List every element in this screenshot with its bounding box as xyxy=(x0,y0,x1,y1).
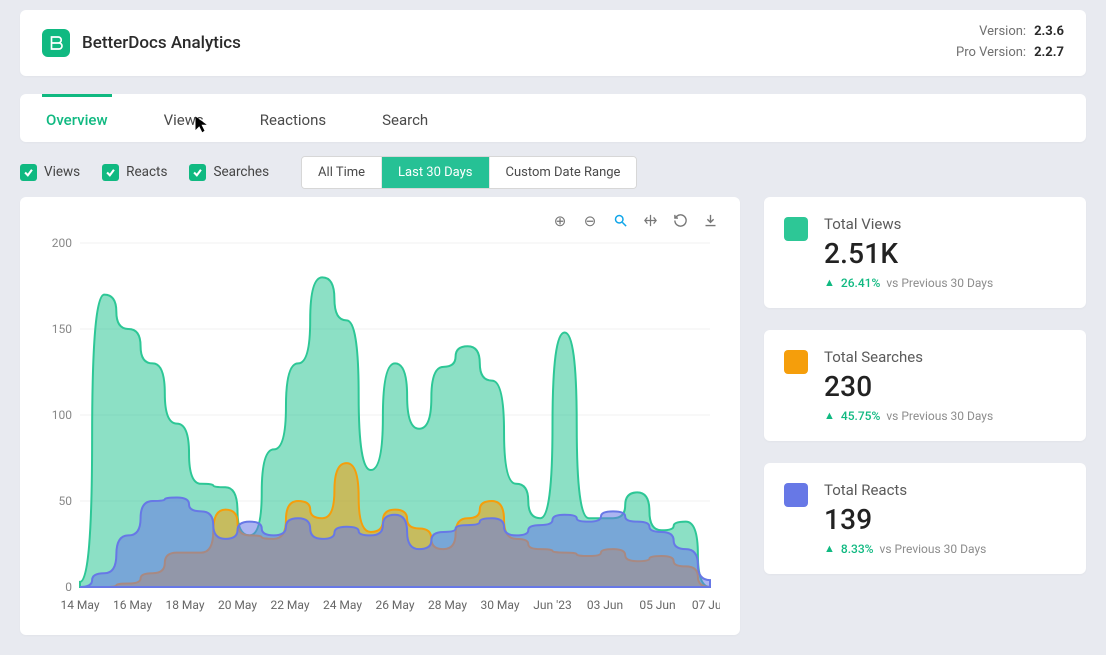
svg-text:16 May: 16 May xyxy=(113,598,152,612)
pan-icon[interactable] xyxy=(642,213,658,229)
stat-views-pct: 26.41% xyxy=(841,276,880,290)
stat-views-title: Total Views xyxy=(824,215,993,233)
svg-text:30 May: 30 May xyxy=(480,598,519,612)
searches-swatch xyxy=(784,350,808,374)
chart-plot[interactable]: 0 50 100 150 200 14 May 16 May 18 May 20 May 22 M… xyxy=(40,235,720,615)
svg-text:Jun '23: Jun '23 xyxy=(533,598,571,612)
version-value: 2.3.6 xyxy=(1034,22,1064,43)
tab-overview[interactable]: Overview xyxy=(42,94,112,142)
svg-text:200: 200 xyxy=(52,236,72,250)
check-icon xyxy=(189,164,206,181)
svg-text:14 May: 14 May xyxy=(60,598,99,612)
stat-searches-compare: vs Previous 30 Days xyxy=(886,409,993,423)
svg-text:100: 100 xyxy=(52,408,72,422)
svg-text:20 May: 20 May xyxy=(218,598,257,612)
checkbox-searches[interactable]: Searches xyxy=(189,164,269,181)
check-icon xyxy=(20,164,37,181)
tab-views[interactable]: Views xyxy=(160,94,208,142)
stat-views-compare: vs Previous 30 Days xyxy=(886,276,993,290)
range-last-30[interactable]: Last 30 Days xyxy=(381,157,488,188)
stat-reacts-value: 139 xyxy=(824,503,986,536)
svg-text:0: 0 xyxy=(65,580,72,594)
svg-text:03 Jun: 03 Jun xyxy=(587,598,623,612)
stat-card-reacts: Total Reacts 139 ▲ 8.33% vs Previous 30 … xyxy=(764,463,1086,574)
checkbox-reacts-label: Reacts xyxy=(126,164,167,180)
trend-up-icon: ▲ xyxy=(824,276,835,289)
selection-zoom-icon[interactable] xyxy=(612,213,628,229)
svg-text:18 May: 18 May xyxy=(165,598,204,612)
svg-text:07 Jun: 07 Jun xyxy=(692,598,720,612)
trend-up-icon: ▲ xyxy=(824,542,835,555)
stat-views-value: 2.51K xyxy=(824,237,993,270)
zoom-out-icon[interactable]: ⊖ xyxy=(582,213,598,229)
checkbox-searches-label: Searches xyxy=(213,164,269,180)
version-label: Version: xyxy=(979,22,1026,43)
version-block: Version: 2.3.6 Pro Version: 2.2.7 xyxy=(956,22,1064,64)
check-icon xyxy=(102,164,119,181)
range-custom[interactable]: Custom Date Range xyxy=(489,157,637,188)
checkbox-views[interactable]: Views xyxy=(20,164,80,181)
zoom-in-icon[interactable]: ⊕ xyxy=(552,213,568,229)
chart-card: ⊕ ⊖ 0 50 100 150 200 14 May 16 May 18 May 20 May… xyxy=(20,197,740,635)
svg-text:50: 50 xyxy=(59,494,73,508)
views-swatch xyxy=(784,217,808,241)
checkbox-reacts[interactable]: Reacts xyxy=(102,164,167,181)
stat-reacts-title: Total Reacts xyxy=(824,481,986,499)
svg-text:26 May: 26 May xyxy=(375,598,414,612)
svg-text:22 May: 22 May xyxy=(270,598,309,612)
stat-reacts-pct: 8.33% xyxy=(841,542,874,556)
stat-card-views: Total Views 2.51K ▲ 26.41% vs Previous 3… xyxy=(764,197,1086,308)
stat-reacts-compare: vs Previous 30 Days xyxy=(880,542,987,556)
pro-version-value: 2.2.7 xyxy=(1034,43,1064,64)
pro-version-label: Pro Version: xyxy=(956,43,1026,64)
range-all-time[interactable]: All Time xyxy=(302,157,381,188)
trend-up-icon: ▲ xyxy=(824,409,835,422)
app-logo xyxy=(42,29,70,57)
svg-text:150: 150 xyxy=(52,322,72,336)
chart-toolbar: ⊕ ⊖ xyxy=(40,211,720,235)
checkbox-views-label: Views xyxy=(44,164,80,180)
tab-reactions[interactable]: Reactions xyxy=(256,94,330,142)
svg-text:24 May: 24 May xyxy=(323,598,362,612)
date-range-segment: All Time Last 30 Days Custom Date Range xyxy=(301,156,637,189)
tab-search[interactable]: Search xyxy=(378,94,432,142)
stat-searches-title: Total Searches xyxy=(824,348,993,366)
stat-searches-value: 230 xyxy=(824,370,993,403)
reset-icon[interactable] xyxy=(672,213,688,229)
svg-text:28 May: 28 May xyxy=(428,598,467,612)
stat-searches-pct: 45.75% xyxy=(841,409,880,423)
reacts-swatch xyxy=(784,483,808,507)
svg-text:05 Jun: 05 Jun xyxy=(639,598,675,612)
download-icon[interactable] xyxy=(702,213,718,229)
tabs-bar: Overview Views Reactions Search xyxy=(20,94,1086,142)
app-title: BetterDocs Analytics xyxy=(82,33,241,53)
stat-card-searches: Total Searches 230 ▲ 45.75% vs Previous … xyxy=(764,330,1086,441)
